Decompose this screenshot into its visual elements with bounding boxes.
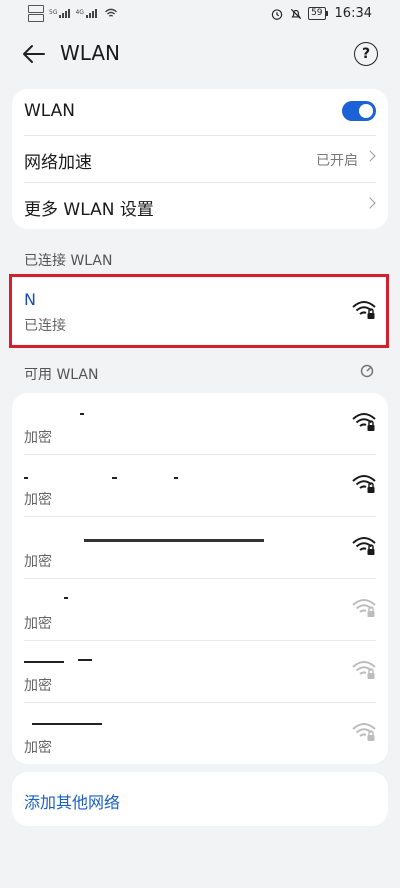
network-security: 加密 (24, 554, 52, 570)
redacted-name (24, 661, 64, 663)
battery-icon: 59 (308, 7, 329, 20)
page-title: WLAN (60, 41, 121, 65)
back-arrow-icon[interactable] (20, 40, 48, 68)
acceleration-value: 已开启 (316, 153, 358, 169)
redacted-name (32, 723, 102, 725)
settings-card: WLAN 网络加速 已开启 更多 WLAN 设置 (12, 89, 388, 229)
add-other-network-link[interactable]: 添加其他网络 (24, 789, 120, 813)
wifi-locked-strong-icon (352, 475, 376, 493)
available-section-title: 可用 WLAN (24, 367, 99, 383)
wlan-toggle-row[interactable]: WLAN (24, 89, 376, 136)
network-acceleration-row[interactable]: 网络加速 已开启 (24, 136, 376, 183)
status-right: 59 16:34 (270, 6, 372, 21)
network-security: 加密 (24, 430, 52, 446)
signal-4g-icon: 4G (75, 9, 97, 18)
sim-icons (28, 5, 44, 22)
toggle-knob (359, 104, 373, 118)
chevron-right-icon (364, 150, 376, 162)
app-bar: WLAN ? (0, 28, 400, 80)
more-wlan-settings-row[interactable]: 更多 WLAN 设置 (24, 183, 376, 229)
sim-1-icon (28, 5, 44, 13)
redacted-name (112, 477, 117, 479)
redacted-name (84, 539, 264, 542)
network-row[interactable]: 加密 (24, 703, 376, 764)
connected-highlight-box (9, 274, 389, 348)
wifi-locked-weak-icon (352, 599, 376, 617)
network-row[interactable]: 加密 (24, 393, 376, 455)
available-networks-card: 加密 加密 加密 加密 加密 加密 (12, 393, 388, 764)
wifi-locked-weak-icon (352, 723, 376, 741)
redacted-name (174, 477, 178, 479)
clock: 16:34 (334, 6, 372, 21)
scanning-icon (360, 364, 374, 378)
status-bar: 5G 4G 59 16:34 (0, 0, 400, 28)
wifi-locked-weak-icon (352, 661, 376, 679)
status-left: 5G 4G (28, 5, 118, 22)
wifi-locked-strong-icon (352, 537, 376, 555)
network-security: 加密 (24, 740, 52, 756)
signal-label: 5G (49, 9, 58, 16)
redacted-name (78, 659, 92, 661)
mute-bell-icon (290, 8, 302, 19)
network-security: 加密 (24, 492, 52, 508)
network-row[interactable]: 加密 (24, 579, 376, 641)
wlan-toggle[interactable] (342, 101, 376, 121)
redacted-name (64, 597, 68, 599)
alarm-icon (271, 8, 283, 20)
chevron-right-icon (364, 197, 376, 209)
network-row[interactable]: 加密 (24, 517, 376, 579)
signal-label: 4G (75, 9, 84, 16)
acceleration-label: 网络加速 (24, 153, 92, 173)
connected-section-title: 已连接 WLAN (24, 253, 113, 269)
redacted-name (24, 477, 28, 479)
network-row[interactable]: 加密 (24, 641, 376, 703)
network-security: 加密 (24, 678, 52, 694)
signal-5g-icon: 5G (49, 9, 71, 18)
wlan-label: WLAN (24, 101, 76, 121)
network-security: 加密 (24, 616, 52, 632)
more-settings-label: 更多 WLAN 设置 (24, 200, 154, 220)
network-row[interactable]: 加密 (24, 455, 376, 517)
sim-2-icon (28, 14, 44, 22)
redacted-name (80, 413, 84, 415)
help-icon[interactable]: ? (354, 42, 378, 66)
wifi-locked-strong-icon (352, 413, 376, 431)
wifi-status-icon (104, 8, 117, 17)
